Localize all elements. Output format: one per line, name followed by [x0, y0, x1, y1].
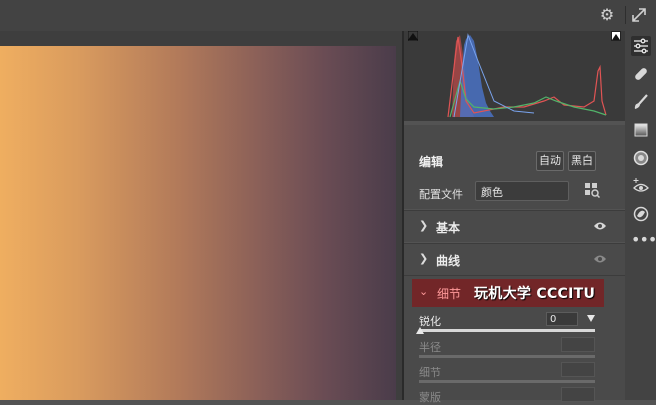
toolbar-divider	[625, 6, 626, 24]
brush-icon[interactable]	[631, 92, 651, 112]
tool-rail: •••	[625, 31, 656, 400]
sliders-icon[interactable]	[631, 36, 651, 56]
top-bar: ⚙	[0, 0, 656, 31]
profile-select[interactable]: 颜色 ⌄	[475, 181, 569, 201]
bandage-icon[interactable]	[631, 64, 651, 84]
edit-header: 编辑 自动 黑白 配置文件 颜色 ⌄	[404, 125, 625, 209]
sharpen-slider-track[interactable]	[419, 329, 595, 332]
section-curve[interactable]: ❯ 曲线	[404, 243, 625, 275]
edit-panel: 编辑 自动 黑白 配置文件 颜色 ⌄ ❯ 基本 ❯ 曲线 ⌄ 细节 玩机大学 C…	[404, 31, 625, 404]
eye-icon[interactable]	[593, 220, 607, 232]
sharpen-value-input[interactable]: 0	[546, 312, 578, 326]
section-detail[interactable]: ⌄ 细节 玩机大学 CCCITU	[412, 279, 604, 307]
radial-filter-icon[interactable]	[631, 148, 651, 168]
linear-gradient-icon[interactable]	[631, 120, 651, 140]
photo-preview[interactable]	[0, 46, 396, 400]
radius-slider-track	[419, 355, 595, 358]
auto-button[interactable]: 自动	[536, 151, 564, 171]
expand-icon[interactable]	[629, 5, 649, 25]
detail-slider-track	[419, 380, 595, 383]
triangle-down-icon[interactable]	[586, 313, 596, 323]
edit-title: 编辑	[419, 155, 444, 169]
chevron-down-icon: ⌄	[481, 184, 490, 195]
watermark-text: 玩机大学 CCCITU	[474, 286, 596, 302]
chevron-right-icon: ❯	[419, 219, 429, 232]
profile-browser-icon[interactable]	[584, 182, 600, 198]
presets-icon[interactable]	[631, 204, 651, 224]
section-basic-label: 基本	[436, 221, 461, 235]
chevron-down-icon: ⌄	[419, 285, 429, 298]
canvas-area[interactable]	[0, 31, 402, 400]
section-curve-label: 曲线	[436, 254, 461, 268]
chevron-right-icon: ❯	[419, 252, 429, 265]
profile-label: 配置文件	[419, 188, 463, 201]
shadow-clipping-icon[interactable]	[408, 31, 418, 41]
radius-value-input	[561, 337, 595, 352]
eye-icon[interactable]	[593, 253, 607, 265]
masking-label: 蒙版	[419, 391, 441, 404]
detail-body: 锐化 0 半径 细节 蒙版	[404, 307, 625, 404]
highlight-clipping-icon[interactable]	[611, 31, 621, 41]
black-white-button[interactable]: 黑白	[568, 151, 596, 171]
detail-amount-label: 细节	[419, 366, 441, 379]
sharpen-slider-thumb[interactable]	[416, 327, 424, 335]
detail-value-input	[561, 362, 595, 377]
section-detail-label: 细节	[437, 287, 462, 301]
section-basic[interactable]: ❯ 基本	[404, 210, 625, 242]
histogram	[404, 31, 625, 121]
more-icon[interactable]: •••	[631, 230, 656, 250]
radius-label: 半径	[419, 341, 441, 354]
red-eye-icon[interactable]	[631, 176, 651, 196]
gear-icon[interactable]: ⚙	[597, 5, 617, 25]
